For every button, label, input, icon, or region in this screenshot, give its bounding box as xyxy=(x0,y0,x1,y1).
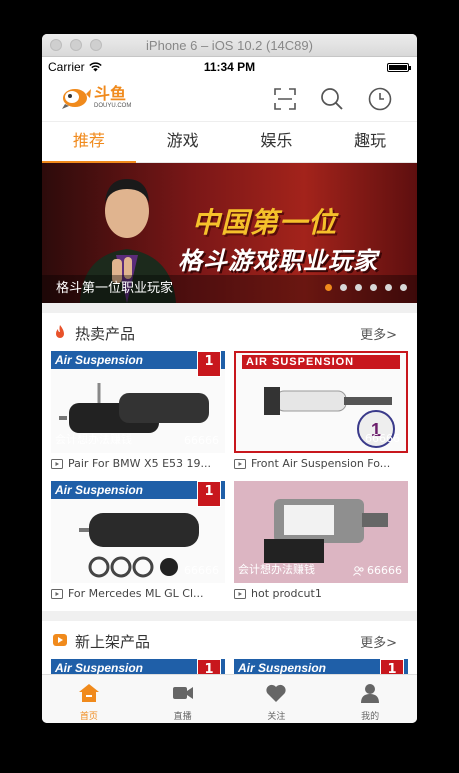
product-thumbnail: Air Suspension 1 会计想办法赚钱 66666 xyxy=(51,351,225,453)
product-view-count-value: 66666 xyxy=(184,434,219,447)
product-view-count: 66666 xyxy=(184,564,219,577)
product-seller: 会计想办法赚钱 xyxy=(55,433,132,446)
product-title: Front Air Suspension Fo... xyxy=(251,457,391,470)
product-thumbnail: Air Suspension 1 66666 xyxy=(51,481,225,583)
tabbar-label: 直播 xyxy=(173,712,192,722)
video-play-icon xyxy=(51,588,63,599)
tabbar-item-home[interactable]: 首页 xyxy=(42,675,136,723)
new-products-title: 新上架产品 xyxy=(75,633,151,651)
product-card[interactable]: Air Suspension 1 会计想办法赚钱 66666 Pair For … xyxy=(51,351,225,481)
video-play-icon xyxy=(51,458,63,469)
logo-text: 斗鱼 xyxy=(94,83,127,103)
home-icon xyxy=(78,684,99,702)
product-view-count-value: 66666 xyxy=(367,564,402,577)
person-icon xyxy=(361,684,380,703)
tab-entertainment[interactable]: 娱乐 xyxy=(230,122,324,162)
section-divider xyxy=(42,611,417,621)
category-tabs: 推荐 游戏 娱乐 趣玩 xyxy=(42,122,417,163)
tabbar-item-follow[interactable]: 关注 xyxy=(230,675,324,723)
status-time: 11:34 PM xyxy=(203,60,256,74)
video-camera-icon xyxy=(172,687,193,699)
window-title: iPhone 6 – iOS 10.2 (14C89) xyxy=(146,37,313,53)
product-title-row: Pair For BMW X5 E53 19... xyxy=(51,457,225,470)
hot-products-header: 热卖产品 更多> xyxy=(42,313,417,351)
video-play-icon xyxy=(234,588,246,599)
new-products-header: 新上架产品 更多> xyxy=(42,621,417,659)
tabbar-item-me[interactable]: 我的 xyxy=(323,675,417,723)
product-brand-banner: AIR SUSPENSION xyxy=(242,355,400,369)
product-title: Pair For BMW X5 E53 19... xyxy=(68,457,212,470)
simulator-titlebar: iPhone 6 – iOS 10.2 (14C89) xyxy=(42,34,417,57)
tab-fun[interactable]: 趣玩 xyxy=(323,122,417,162)
section-divider xyxy=(42,303,417,313)
banner-caption: 格斗第一位职业玩家 xyxy=(56,281,174,296)
minimize-window-button[interactable] xyxy=(70,39,82,51)
battery-icon xyxy=(387,63,411,72)
product-title-row: For Mercedes ML GL Cl... xyxy=(51,587,225,600)
heart-icon xyxy=(266,684,286,702)
banner-subheadline: 格斗游戏职业玩家 xyxy=(178,247,378,275)
hot-products-more-link[interactable]: 更多> xyxy=(360,324,397,343)
search-icon[interactable] xyxy=(319,86,345,112)
product-view-count-value: 66666 xyxy=(365,432,400,445)
ios-status-bar: Carrier 11:34 PM xyxy=(42,57,417,77)
tab-games[interactable]: 游戏 xyxy=(136,122,230,162)
product-title: For Mercedes ML GL Cl... xyxy=(68,587,204,600)
product-seller: 会计想办法赚钱 xyxy=(238,563,315,576)
product-thumbnail: 会计想办法赚钱 66666 xyxy=(234,481,408,583)
bottom-tab-bar: 首页 直播 关注 我的 xyxy=(42,674,417,723)
carousel-dot[interactable] xyxy=(400,284,407,291)
hot-products-grid: Air Suspension 1 会计想办法赚钱 66666 Pair For … xyxy=(42,351,417,611)
product-title-row: Front Air Suspension Fo... xyxy=(234,457,408,470)
history-clock-icon[interactable] xyxy=(367,86,393,112)
product-view-count: 66666 xyxy=(184,434,219,447)
product-title: hot prodcut1 xyxy=(251,587,322,600)
banner-headline: 中国第一位 xyxy=(192,206,338,239)
video-play-icon xyxy=(234,458,246,469)
product-title-row: hot prodcut1 xyxy=(234,587,408,600)
douyu-fish-logo-icon xyxy=(62,89,91,109)
tabbar-label: 首页 xyxy=(79,712,98,722)
carousel-dot[interactable] xyxy=(340,284,347,291)
electric-motor-image xyxy=(264,499,388,563)
product-card[interactable]: Air Suspension 1 66666 For Mercedes ML G… xyxy=(51,481,225,611)
viewers-icon xyxy=(353,565,364,576)
product-thumbnail: AIR SUSPENSION 1 66666 xyxy=(234,351,408,453)
promo-banner-carousel[interactable]: 中国第一位 格斗游戏职业玩家 格斗第一位职业玩家 xyxy=(42,163,417,303)
app-header: 斗鱼 DOUYU.COM xyxy=(42,77,417,122)
carousel-dot[interactable] xyxy=(370,284,377,291)
new-products-more-link[interactable]: 更多> xyxy=(360,632,397,651)
tab-recommend[interactable]: 推荐 xyxy=(42,122,136,163)
zoom-window-button[interactable] xyxy=(90,39,102,51)
carousel-dot[interactable] xyxy=(385,284,392,291)
product-view-count: 66666 xyxy=(365,432,400,445)
product-view-count-value: 66666 xyxy=(184,564,219,577)
product-card[interactable]: AIR SUSPENSION 1 66666 Front Air Suspens… xyxy=(234,351,408,481)
product-card[interactable]: 会计想办法赚钱 66666 hot prodcut1 xyxy=(234,481,408,611)
simulator-window: iPhone 6 – iOS 10.2 (14C89) Carrier 11:3… xyxy=(42,34,417,723)
carousel-dot[interactable] xyxy=(325,284,332,291)
carousel-dot[interactable] xyxy=(355,284,362,291)
scan-qr-icon[interactable] xyxy=(272,86,298,112)
product-view-count: 66666 xyxy=(353,564,402,577)
tabbar-label: 关注 xyxy=(267,712,286,722)
flame-icon xyxy=(56,325,64,338)
close-window-button[interactable] xyxy=(50,39,62,51)
logo-subtext: DOUYU.COM xyxy=(94,102,132,109)
carousel-page-dots xyxy=(325,284,407,291)
tabbar-item-live[interactable]: 直播 xyxy=(136,675,230,723)
hot-products-title: 热卖产品 xyxy=(75,325,136,343)
tabbar-label: 我的 xyxy=(361,712,380,722)
play-badge-icon xyxy=(53,634,67,646)
douyu-logo[interactable]: 斗鱼 DOUYU.COM xyxy=(60,84,131,110)
